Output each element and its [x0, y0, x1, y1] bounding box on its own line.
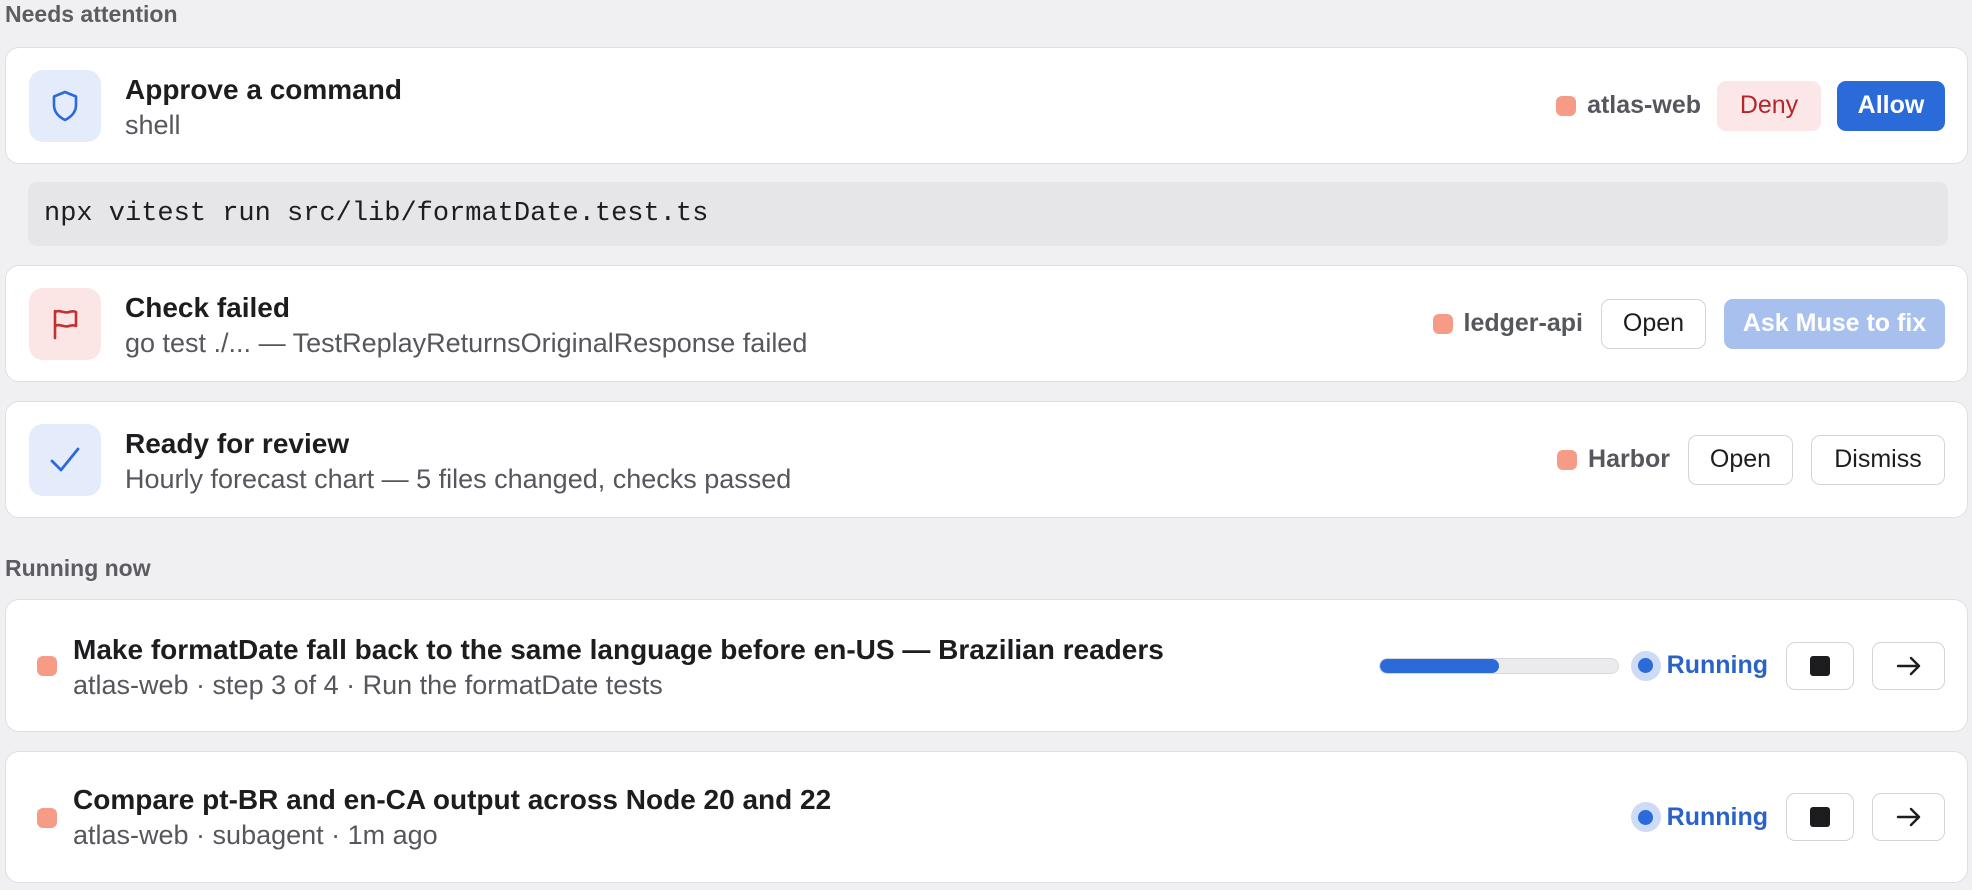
running-task-card: Compare pt-BR and en-CA output across No…: [5, 751, 1968, 883]
open-button[interactable]: Open: [1688, 434, 1793, 485]
review-card-subtitle: Hourly forecast chart — 5 files changed,…: [125, 464, 792, 494]
project-dot: [1557, 449, 1578, 470]
allow-button[interactable]: Allow: [1837, 80, 1945, 131]
arrow-right-icon: [1896, 656, 1920, 675]
check-failed-title: Check failed: [125, 292, 290, 323]
approve-card-actions: atlas-web Deny Allow: [1556, 48, 1945, 163]
project-tag: atlas-web: [1556, 91, 1701, 120]
approve-card-subtitle: shell: [125, 110, 181, 140]
review-tile: [29, 424, 101, 496]
project-name: atlas-web: [1587, 91, 1701, 119]
running-indicator-icon: [1630, 802, 1661, 832]
check-icon: [50, 447, 80, 472]
open-button[interactable]: Open: [1601, 298, 1706, 349]
running-indicator-icon: [1630, 650, 1661, 681]
task-actions: Running: [1378, 600, 1945, 731]
flag-icon: [53, 309, 78, 340]
task-subtitle: atlas-web · step 3 of 4 · Run the format…: [73, 670, 663, 700]
stop-button[interactable]: [1786, 793, 1854, 841]
ask-muse-to-fix-button[interactable]: Ask Muse to fix: [1724, 298, 1945, 349]
shield-icon: [52, 90, 78, 122]
command-text: npx vitest run src/lib/formatDate.test.t…: [44, 199, 709, 229]
open-task-button[interactable]: [1872, 793, 1945, 841]
project-name: ledger-api: [1463, 309, 1583, 337]
status-running: Running: [1630, 802, 1768, 832]
open-task-button[interactable]: [1872, 641, 1945, 690]
ready-for-review-card: Ready for review Hourly forecast chart —…: [5, 401, 1968, 518]
project-dot: [1432, 313, 1453, 334]
deny-button[interactable]: Deny: [1717, 80, 1821, 131]
approve-command-card: Approve a command shell atlas-web Deny A…: [5, 47, 1968, 164]
task-actions: Running: [1630, 752, 1945, 882]
task-progress-bar: [1378, 657, 1619, 674]
running-task-card: Make formatDate fall back to the same la…: [5, 599, 1968, 732]
review-card-actions: Harbor Open Dismiss: [1557, 402, 1945, 517]
stop-icon: [1810, 655, 1830, 676]
project-dot: [37, 808, 57, 828]
task-progress-fill: [1379, 658, 1499, 673]
running-now-heading: Running now: [5, 555, 151, 581]
status-label: Running: [1666, 651, 1768, 679]
project-dot: [37, 656, 57, 676]
status-running: Running: [1630, 650, 1768, 681]
stop-icon: [1810, 807, 1830, 827]
project-tag: Harbor: [1557, 445, 1670, 474]
project-name: Harbor: [1588, 445, 1670, 473]
project-dot: [1556, 95, 1577, 116]
check-failed-tile: [29, 288, 101, 360]
task-title: Make formatDate fall back to the same la…: [73, 634, 1164, 665]
task-title: Compare pt-BR and en-CA output across No…: [73, 784, 832, 815]
needs-attention-heading: Needs attention: [5, 1, 178, 27]
status-label: Running: [1666, 802, 1768, 831]
command-preview: npx vitest run src/lib/formatDate.test.t…: [28, 182, 1948, 246]
task-subtitle: atlas-web · subagent · 1m ago: [73, 820, 438, 850]
arrow-right-icon: [1896, 807, 1920, 827]
dismiss-button[interactable]: Dismiss: [1811, 434, 1945, 485]
approve-card-title: Approve a command: [125, 74, 402, 105]
review-card-title: Ready for review: [125, 428, 350, 459]
check-failed-card: Check failed go test ./... — TestReplayR…: [5, 265, 1968, 382]
project-tag: ledger-api: [1432, 309, 1583, 338]
approve-tile: [29, 70, 101, 142]
stop-button[interactable]: [1786, 641, 1854, 690]
check-failed-actions: ledger-api Open Ask Muse to fix: [1432, 266, 1945, 381]
check-failed-subtitle: go test ./... — TestReplayReturnsOrigina…: [125, 328, 808, 358]
